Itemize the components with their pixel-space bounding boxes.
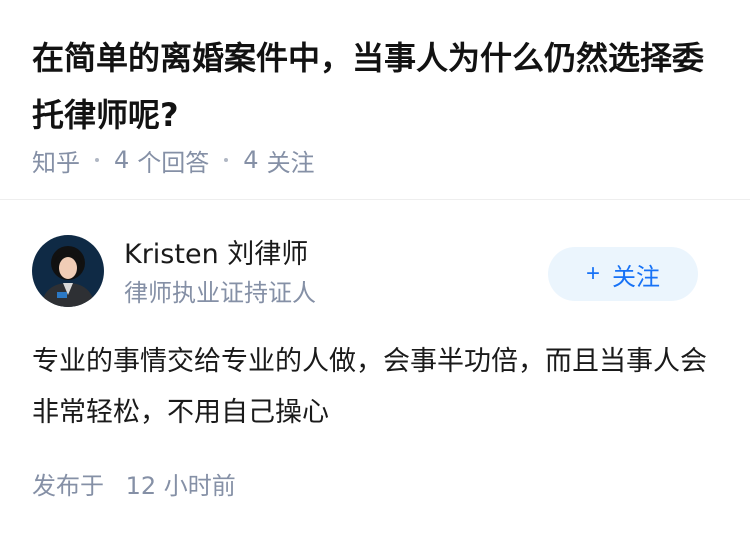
question-source: 知乎 [32, 148, 80, 177]
avatar-image [32, 235, 104, 307]
question-meta: 知乎 4 个回答 4 关注 [32, 142, 315, 178]
answer-time-prefix: 发布于 [32, 472, 104, 500]
follow-button-label: 关注 [612, 263, 660, 291]
follows-label: 关注 [266, 148, 315, 177]
answer-time: 发布于 12 小时前 [32, 468, 236, 504]
answer-content[interactable]: 专业的事情交给专业的人做，会事半功倍，而且当事人会非常轻松，不用自己操心 [32, 336, 718, 438]
question-title[interactable]: 在简单的离婚案件中，当事人为什么仍然选择委托律师呢? [32, 30, 722, 144]
author-name[interactable]: Kristen 刘律师 [124, 237, 308, 273]
follows-count: 4 [243, 146, 259, 174]
answer-time-value: 12 小时前 [125, 472, 236, 500]
meta-separator-dot [95, 158, 99, 162]
zhihu-question-page: 在简单的离婚案件中，当事人为什么仍然选择委托律师呢? 知乎 4 个回答 4 关注… [0, 0, 750, 538]
answers-label: 个回答 [137, 148, 210, 177]
answer-author: Kristen 刘律师 律师执业证持证人 + 关注 [32, 235, 718, 311]
meta-separator-dot [224, 158, 229, 162]
question-header: 在简单的离婚案件中，当事人为什么仍然选择委托律师呢? 知乎 4 个回答 4 关注 [0, 0, 750, 200]
author-avatar[interactable] [32, 235, 104, 307]
answers-count: 4 [114, 146, 130, 174]
plus-icon: + [585, 260, 600, 287]
follow-button[interactable]: + 关注 [548, 247, 698, 301]
author-bio: 律师执业证持证人 [124, 279, 316, 307]
